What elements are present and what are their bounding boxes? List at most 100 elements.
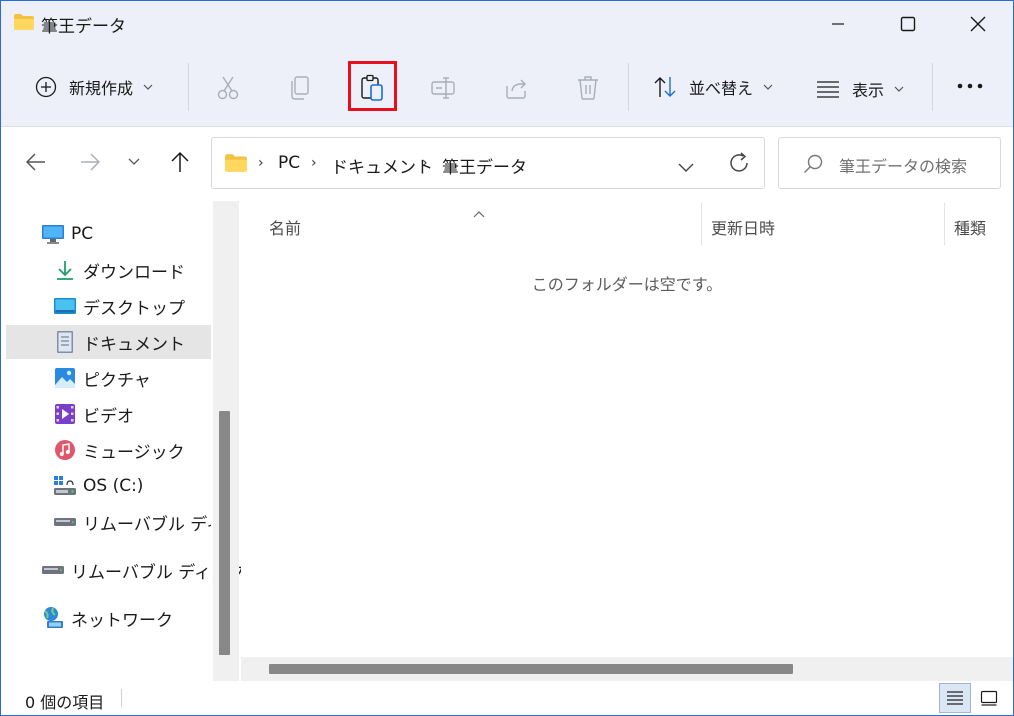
column-divider[interactable] (944, 203, 945, 245)
view-list-icon (817, 81, 839, 98)
view-button[interactable]: 表示 (816, 77, 904, 101)
minimize-button[interactable] (803, 1, 873, 47)
sort-ascending-indicator-icon (473, 203, 485, 222)
videos-icon (53, 402, 77, 426)
sidebar-item-videos[interactable]: ビデオ (1, 397, 211, 431)
removable-disk-icon (41, 558, 65, 582)
chevron-down-icon (128, 158, 140, 165)
music-icon (53, 438, 77, 462)
removable-disk-icon (53, 510, 77, 534)
sidebar-item-desktop[interactable]: デスクトップ (1, 289, 211, 323)
close-button[interactable] (943, 1, 1013, 47)
item-count: 0 個の項目 (25, 693, 105, 712)
sidebar-item-label: ビデオ (83, 406, 134, 427)
sidebar-item-download[interactable]: ダウンロード (1, 253, 211, 287)
sidebar-item-label: PC (71, 224, 94, 244)
chevron-down-icon (763, 84, 773, 90)
copy-button[interactable] (289, 75, 311, 101)
breadcrumb-separator-icon: › (311, 155, 317, 171)
chevron-down-icon (143, 84, 153, 90)
column-header-name[interactable]: 名前 (269, 215, 301, 239)
sidebar-item-label: OS (C:) (83, 476, 144, 496)
breadcrumb-documents[interactable]: ドキュメント (331, 153, 433, 178)
forward-button[interactable] (75, 147, 105, 177)
network-icon (41, 606, 65, 630)
sidebar-item-label: ドキュメント (83, 334, 185, 355)
share-button[interactable] (504, 76, 528, 100)
sidebar-item-label: ネットワーク (71, 610, 173, 631)
paste-highlight-box (348, 61, 397, 111)
breadcrumb-pc[interactable]: PC (278, 153, 300, 173)
large-icons-view-icon (980, 690, 998, 706)
new-button[interactable]: 新規作成 (35, 75, 153, 99)
breadcrumb-separator-icon: › (422, 155, 428, 171)
trash-icon (578, 76, 598, 100)
chevron-down-icon (678, 163, 694, 172)
sidebar-item-documents[interactable]: ドキュメント (6, 325, 211, 359)
breadcrumb-separator-icon: › (258, 155, 264, 171)
search-placeholder: 筆王データの検索 (839, 157, 968, 176)
pictures-icon (53, 366, 77, 390)
sidebar-item-label: ミュージック (83, 442, 185, 463)
navigation-pane: PC ダウンロード デスクトップ ドキュメント ピクチャ ビデオ ミュージック … (1, 201, 245, 681)
documents-icon (53, 330, 77, 354)
new-button-label: 新規作成 (69, 79, 134, 98)
sidebar-item-pc[interactable]: PC (1, 217, 211, 251)
cut-button[interactable] (215, 75, 241, 101)
new-plus-icon (35, 76, 57, 98)
address-history-button[interactable] (678, 158, 694, 177)
sidebar-item-music[interactable]: ミュージック (1, 433, 211, 467)
desktop-icon (53, 294, 77, 318)
sidebar-item-os-drive[interactable]: OS (C:) (1, 469, 211, 503)
sidebar-item-network[interactable]: ネットワーク (1, 601, 211, 635)
column-divider[interactable] (701, 203, 702, 245)
sort-button[interactable]: 並べ替え (653, 75, 773, 99)
maximize-button[interactable] (873, 1, 943, 47)
empty-folder-message: このフォルダーは空です。 (531, 275, 723, 294)
details-view-icon (947, 691, 963, 705)
sidebar-item-pictures[interactable]: ピクチャ (1, 361, 211, 395)
search-box[interactable]: 筆王データの検索 (778, 137, 1001, 189)
minimize-icon (832, 23, 844, 25)
drive-icon (53, 474, 77, 498)
search-icon (803, 154, 823, 178)
navigation-pane-scrollbar-thumb[interactable] (219, 411, 230, 655)
file-list-horizontal-scrollbar-thumb[interactable] (269, 664, 793, 674)
large-icons-view-button[interactable] (973, 683, 1005, 713)
status-separator (121, 689, 122, 707)
up-button[interactable] (165, 147, 195, 177)
more-icon (957, 83, 983, 89)
sidebar-item-label: デスクトップ (83, 298, 185, 319)
address-bar[interactable]: › PC › ドキュメント › 筆王データ (211, 137, 765, 189)
rename-icon (431, 77, 455, 99)
delete-button[interactable] (577, 75, 599, 101)
toolbar-separator (932, 63, 933, 111)
command-bar: 新規作成 並べ替え 表示 (1, 47, 1013, 127)
refresh-icon (730, 152, 748, 172)
folder-icon (224, 153, 248, 177)
download-icon (53, 258, 77, 282)
file-list-pane: 名前 更新日時 種類 このフォルダーは空です。 (241, 201, 1013, 681)
column-header-date-modified[interactable]: 更新日時 (711, 215, 775, 239)
more-options-button[interactable] (957, 83, 983, 89)
rename-button[interactable] (431, 77, 457, 99)
pc-icon (41, 222, 65, 246)
recent-locations-button[interactable] (119, 147, 149, 177)
details-view-button[interactable] (939, 683, 971, 713)
title-bar: 筆王データ (1, 1, 1013, 47)
column-header-type[interactable]: 種類 (954, 215, 986, 239)
arrow-left-icon (26, 153, 45, 171)
back-button[interactable] (21, 147, 51, 177)
breadcrumb-current-folder[interactable]: 筆王データ (442, 153, 527, 178)
refresh-button[interactable] (728, 152, 750, 178)
arrow-up-icon (171, 151, 189, 172)
cut-icon (217, 76, 239, 100)
sidebar-item-label: リムーバブル ディスク (83, 514, 211, 535)
share-icon (506, 79, 526, 99)
sidebar-item-removable-disk[interactable]: リムーバブル ディスク (1, 505, 211, 539)
status-bar: 0 個の項目 (1, 681, 1013, 715)
folder-icon (13, 13, 35, 35)
sidebar-item-removable-disk-root[interactable]: リムーバブル ディスク (1, 553, 245, 587)
file-explorer-window: 筆王データ 新規作成 並べ替え 表示 › PC › ドキュメント › 筆王データ… (0, 0, 1014, 716)
maximize-icon (900, 16, 916, 32)
